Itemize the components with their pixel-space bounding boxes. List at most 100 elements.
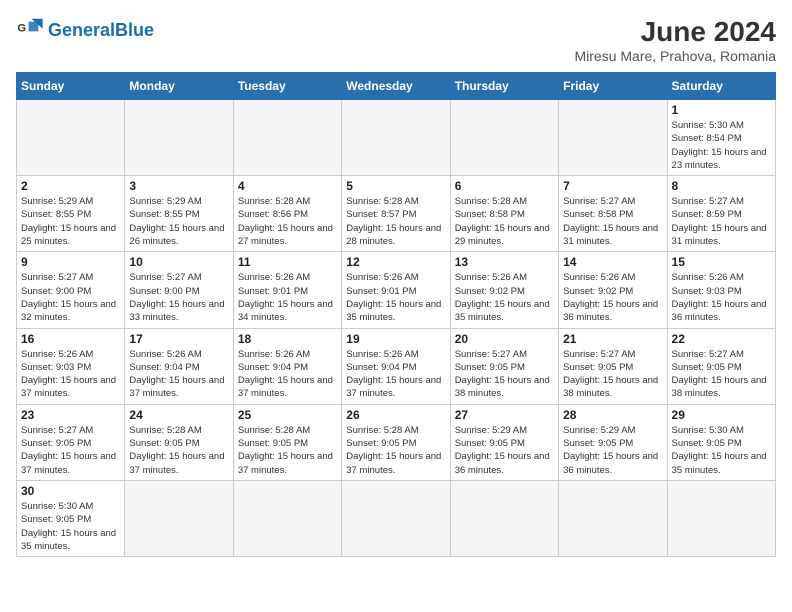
calendar-week-6: 30 Sunrise: 5:30 AM Sunset: 9:05 PM Dayli… [17, 480, 776, 556]
calendar-subtitle: Miresu Mare, Prahova, Romania [574, 48, 776, 64]
calendar-title: June 2024 [574, 16, 776, 48]
day-header-thursday: Thursday [450, 73, 558, 100]
day-info: Sunrise: 5:30 AM Sunset: 9:05 PM Dayligh… [21, 500, 120, 553]
title-area: June 2024 Miresu Mare, Prahova, Romania [574, 16, 776, 64]
day-number: 19 [346, 332, 445, 346]
day-header-sunday: Sunday [17, 73, 125, 100]
day-number: 7 [563, 179, 662, 193]
day-number: 14 [563, 255, 662, 269]
calendar-cell: 27Sunrise: 5:29 AM Sunset: 9:05 PM Dayli… [450, 404, 558, 480]
day-info: Sunrise: 5:27 AM Sunset: 9:00 PM Dayligh… [21, 271, 120, 324]
day-header-tuesday: Tuesday [233, 73, 341, 100]
logo: G GeneralBlue [16, 16, 154, 44]
calendar-cell [233, 480, 341, 556]
calendar-cell: 11 Sunrise: 5:26 AM Sunset: 9:01 PM Dayli… [233, 252, 341, 328]
calendar-cell: 9 Sunrise: 5:27 AM Sunset: 9:00 PM Daylig… [17, 252, 125, 328]
calendar-cell: 13Sunrise: 5:26 AM Sunset: 9:02 PM Dayli… [450, 252, 558, 328]
day-number: 3 [129, 179, 228, 193]
calendar-cell: 14 Sunrise: 5:26 AM Sunset: 9:02 PM Dayli… [559, 252, 667, 328]
day-header-wednesday: Wednesday [342, 73, 450, 100]
calendar-week-1: 1 Sunrise: 5:30 AM Sunset: 8:54 PM Daylig… [17, 100, 776, 176]
day-info: Sunrise: 5:27 AM Sunset: 9:00 PM Dayligh… [129, 271, 228, 324]
day-info: Sunrise: 5:30 AM Sunset: 9:05 PM Dayligh… [672, 424, 771, 477]
day-number: 16 [21, 332, 120, 346]
day-info: Sunrise: 5:27 AM Sunset: 8:59 PM Dayligh… [672, 195, 771, 248]
calendar-cell: 10Sunrise: 5:27 AM Sunset: 9:00 PM Dayli… [125, 252, 233, 328]
calendar-week-5: 23 Sunrise: 5:27 AM Sunset: 9:05 PM Dayli… [17, 404, 776, 480]
day-info: Sunrise: 5:27 AM Sunset: 9:05 PM Dayligh… [672, 348, 771, 401]
day-info: Sunrise: 5:28 AM Sunset: 9:05 PM Dayligh… [129, 424, 228, 477]
calendar-cell: 1 Sunrise: 5:30 AM Sunset: 8:54 PM Daylig… [667, 100, 775, 176]
day-number: 9 [21, 255, 120, 269]
calendar-cell: 6Sunrise: 5:28 AM Sunset: 8:58 PM Daylig… [450, 176, 558, 252]
calendar-cell: 3 Sunrise: 5:29 AM Sunset: 8:55 PM Daylig… [125, 176, 233, 252]
calendar-cell: 18 Sunrise: 5:26 AM Sunset: 9:04 PM Dayli… [233, 328, 341, 404]
day-number: 18 [238, 332, 337, 346]
logo-icon: G [16, 16, 44, 44]
calendar-cell: 30 Sunrise: 5:30 AM Sunset: 9:05 PM Dayli… [17, 480, 125, 556]
day-number: 26 [346, 408, 445, 422]
day-header-monday: Monday [125, 73, 233, 100]
day-info: Sunrise: 5:28 AM Sunset: 8:56 PM Dayligh… [238, 195, 337, 248]
calendar-header-row: SundayMondayTuesdayWednesdayThursdayFrid… [17, 73, 776, 100]
calendar-cell [233, 100, 341, 176]
calendar-cell [342, 100, 450, 176]
calendar-cell: 22 Sunrise: 5:27 AM Sunset: 9:05 PM Dayli… [667, 328, 775, 404]
calendar-cell: 25Sunrise: 5:28 AM Sunset: 9:05 PM Dayli… [233, 404, 341, 480]
day-info: Sunrise: 5:26 AM Sunset: 9:03 PM Dayligh… [21, 348, 120, 401]
day-number: 5 [346, 179, 445, 193]
calendar-cell: 2 Sunrise: 5:29 AM Sunset: 8:55 PM Daylig… [17, 176, 125, 252]
calendar-cell: 7Sunrise: 5:27 AM Sunset: 8:58 PM Daylig… [559, 176, 667, 252]
calendar-cell: 12 Sunrise: 5:26 AM Sunset: 9:01 PM Dayli… [342, 252, 450, 328]
calendar-cell: 20Sunrise: 5:27 AM Sunset: 9:05 PM Dayli… [450, 328, 558, 404]
day-info: Sunrise: 5:26 AM Sunset: 9:02 PM Dayligh… [563, 271, 662, 324]
day-number: 4 [238, 179, 337, 193]
svg-text:G: G [17, 22, 26, 34]
day-info: Sunrise: 5:26 AM Sunset: 9:04 PM Dayligh… [238, 348, 337, 401]
day-number: 17 [129, 332, 228, 346]
day-number: 23 [21, 408, 120, 422]
day-number: 6 [455, 179, 554, 193]
calendar-body: 1 Sunrise: 5:30 AM Sunset: 8:54 PM Daylig… [17, 100, 776, 557]
calendar-table: SundayMondayTuesdayWednesdayThursdayFrid… [16, 72, 776, 557]
calendar-cell [125, 480, 233, 556]
calendar-cell: 19 Sunrise: 5:26 AM Sunset: 9:04 PM Dayli… [342, 328, 450, 404]
day-info: Sunrise: 5:26 AM Sunset: 9:04 PM Dayligh… [129, 348, 228, 401]
calendar-cell [125, 100, 233, 176]
day-info: Sunrise: 5:28 AM Sunset: 9:05 PM Dayligh… [346, 424, 445, 477]
day-info: Sunrise: 5:27 AM Sunset: 9:05 PM Dayligh… [21, 424, 120, 477]
day-header-friday: Friday [559, 73, 667, 100]
header: G GeneralBlue June 2024 Miresu Mare, Pra… [16, 16, 776, 64]
day-number: 11 [238, 255, 337, 269]
calendar-cell [17, 100, 125, 176]
day-info: Sunrise: 5:29 AM Sunset: 9:05 PM Dayligh… [563, 424, 662, 477]
day-info: Sunrise: 5:29 AM Sunset: 8:55 PM Dayligh… [21, 195, 120, 248]
day-number: 12 [346, 255, 445, 269]
calendar-cell [450, 480, 558, 556]
calendar-cell [559, 480, 667, 556]
day-info: Sunrise: 5:26 AM Sunset: 9:01 PM Dayligh… [238, 271, 337, 324]
day-info: Sunrise: 5:26 AM Sunset: 9:02 PM Dayligh… [455, 271, 554, 324]
day-number: 1 [672, 103, 771, 117]
day-number: 22 [672, 332, 771, 346]
calendar-week-4: 16 Sunrise: 5:26 AM Sunset: 9:03 PM Dayli… [17, 328, 776, 404]
day-info: Sunrise: 5:30 AM Sunset: 8:54 PM Dayligh… [672, 119, 771, 172]
day-info: Sunrise: 5:26 AM Sunset: 9:04 PM Dayligh… [346, 348, 445, 401]
day-info: Sunrise: 5:29 AM Sunset: 8:55 PM Dayligh… [129, 195, 228, 248]
calendar-cell [559, 100, 667, 176]
day-info: Sunrise: 5:28 AM Sunset: 8:57 PM Dayligh… [346, 195, 445, 248]
logo-text: GeneralBlue [48, 21, 154, 39]
day-info: Sunrise: 5:27 AM Sunset: 9:05 PM Dayligh… [563, 348, 662, 401]
calendar-cell: 16 Sunrise: 5:26 AM Sunset: 9:03 PM Dayli… [17, 328, 125, 404]
day-number: 28 [563, 408, 662, 422]
day-info: Sunrise: 5:26 AM Sunset: 9:01 PM Dayligh… [346, 271, 445, 324]
day-number: 30 [21, 484, 120, 498]
calendar-cell: 15Sunrise: 5:26 AM Sunset: 9:03 PM Dayli… [667, 252, 775, 328]
day-info: Sunrise: 5:26 AM Sunset: 9:03 PM Dayligh… [672, 271, 771, 324]
calendar-cell: 24 Sunrise: 5:28 AM Sunset: 9:05 PM Dayli… [125, 404, 233, 480]
day-number: 24 [129, 408, 228, 422]
calendar-cell [667, 480, 775, 556]
day-number: 2 [21, 179, 120, 193]
day-number: 25 [238, 408, 337, 422]
day-number: 21 [563, 332, 662, 346]
